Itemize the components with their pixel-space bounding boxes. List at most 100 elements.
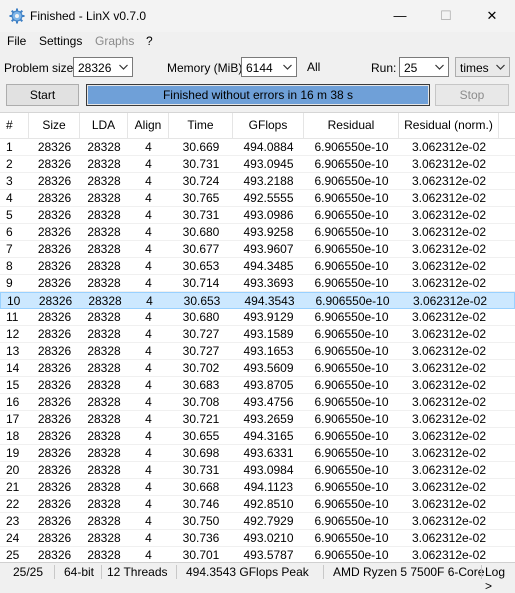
cell-gflops: 493.9258 bbox=[243, 225, 294, 239]
cell-index: 24 bbox=[6, 531, 20, 545]
column-header-gflops[interactable]: GFlops bbox=[233, 113, 304, 138]
column-header-lda[interactable]: LDA bbox=[80, 113, 128, 138]
cell-align: 4 bbox=[145, 344, 152, 358]
run-unit-combo[interactable]: times bbox=[455, 57, 510, 77]
table-row[interactable]: 13 28326 28328 4 30.727 493.1653 6.906550e-10 3… bbox=[0, 343, 515, 360]
chevron-down-icon bbox=[435, 64, 444, 70]
table-row[interactable]: 12 28326 28328 4 30.727 493.1589 6.906550e-10 3… bbox=[0, 326, 515, 343]
cell-align: 4 bbox=[145, 242, 152, 256]
status-divider bbox=[101, 565, 102, 579]
table-row[interactable]: 15 28326 28328 4 30.683 493.8705 6.906550e-10 3… bbox=[0, 377, 515, 394]
minimize-button[interactable]: — bbox=[377, 0, 423, 32]
table-row[interactable]: 4 28326 28328 4 30.765 492.5555 6.906550e-10 3.… bbox=[0, 190, 515, 207]
table-row[interactable]: 17 28326 28328 4 30.721 493.2659 6.906550e-10 3… bbox=[0, 411, 515, 428]
cell-residual-norm: 3.062312e-02 bbox=[411, 242, 487, 256]
table-row[interactable]: 3 28326 28328 4 30.724 493.2188 6.906550e-10 3.… bbox=[0, 173, 515, 190]
table-row[interactable]: 2 28326 28328 4 30.731 493.0945 6.906550e-10 3.… bbox=[0, 156, 515, 173]
maximize-button[interactable]: ☐ bbox=[423, 0, 469, 32]
menu-settings[interactable]: Settings bbox=[39, 34, 82, 48]
cell-index: 19 bbox=[6, 446, 20, 460]
cell-lda: 28328 bbox=[87, 446, 121, 460]
memory-combo[interactable]: 6144 bbox=[241, 57, 297, 77]
cell-align: 4 bbox=[145, 174, 152, 188]
table-row[interactable]: 11 28326 28328 4 30.680 493.9129 6.906550e-10 3… bbox=[0, 309, 515, 326]
cell-index: 10 bbox=[7, 294, 21, 308]
cell-time: 30.731 bbox=[182, 157, 220, 171]
status-peak: 494.3543 GFlops Peak bbox=[186, 565, 309, 579]
table-row[interactable]: 22 28326 28328 4 30.746 492.8510 6.906550e-10 3… bbox=[0, 496, 515, 513]
menu-help[interactable]: ? bbox=[146, 34, 153, 48]
table-row[interactable]: 10 28326 28328 4 30.653 494.3543 6.906550e-10 3… bbox=[0, 292, 515, 309]
cell-gflops: 494.3485 bbox=[243, 259, 294, 273]
run-count-value: 25 bbox=[404, 61, 418, 75]
cell-align: 4 bbox=[145, 140, 152, 154]
cell-align: 4 bbox=[146, 294, 153, 308]
cell-size: 28326 bbox=[37, 395, 72, 409]
stop-button[interactable]: Stop bbox=[435, 84, 509, 106]
cell-residual: 6.906550e-10 bbox=[314, 242, 389, 256]
table-row[interactable]: 5 28326 28328 4 30.731 493.0986 6.906550e-10 3.… bbox=[0, 207, 515, 224]
table-row[interactable]: 21 28326 28328 4 30.668 494.1123 6.906550e-10 3… bbox=[0, 479, 515, 496]
problem-size-combo[interactable]: 28326 bbox=[73, 57, 133, 77]
cell-lda: 28328 bbox=[87, 531, 121, 545]
column-header-index[interactable]: # bbox=[0, 113, 29, 138]
cell-time: 30.714 bbox=[182, 276, 220, 290]
cell-size: 28326 bbox=[37, 242, 72, 256]
cell-gflops: 493.1589 bbox=[243, 327, 294, 341]
cell-index: 21 bbox=[6, 480, 20, 494]
cell-size: 28326 bbox=[37, 191, 72, 205]
cell-lda: 28328 bbox=[87, 463, 121, 477]
cell-gflops: 494.1123 bbox=[243, 480, 294, 494]
table-row[interactable]: 7 28326 28328 4 30.677 493.9607 6.906550e-10 3.… bbox=[0, 241, 515, 258]
column-header-time[interactable]: Time bbox=[169, 113, 233, 138]
cell-gflops: 493.0210 bbox=[243, 531, 294, 545]
log-toggle[interactable]: Log > bbox=[485, 565, 515, 593]
cell-residual-norm: 3.062312e-02 bbox=[411, 140, 487, 154]
cell-size: 28326 bbox=[37, 548, 72, 562]
table-row[interactable]: 16 28326 28328 4 30.708 493.4756 6.906550e-10 3… bbox=[0, 394, 515, 411]
menu-graphs[interactable]: Graphs bbox=[95, 34, 134, 48]
column-header-residual[interactable]: Residual bbox=[304, 113, 399, 138]
cell-residual: 6.906550e-10 bbox=[314, 395, 389, 409]
table-row[interactable]: 19 28326 28328 4 30.698 493.6331 6.906550e-10 3… bbox=[0, 445, 515, 462]
all-memory-link[interactable]: All bbox=[307, 60, 320, 74]
cell-size: 28326 bbox=[37, 344, 72, 358]
start-button[interactable]: Start bbox=[6, 84, 79, 106]
table-row[interactable]: 20 28326 28328 4 30.731 493.0984 6.906550e-10 3… bbox=[0, 462, 515, 479]
table-row[interactable]: 14 28326 28328 4 30.702 493.5609 6.906550e-10 3… bbox=[0, 360, 515, 377]
cell-gflops: 493.9607 bbox=[243, 242, 294, 256]
table-row[interactable]: 23 28326 28328 4 30.750 492.7929 6.906550e-10 3… bbox=[0, 513, 515, 530]
table-row[interactable]: 9 28326 28328 4 30.714 493.3693 6.906550e-10 3.… bbox=[0, 275, 515, 292]
cell-time: 30.708 bbox=[182, 395, 220, 409]
cell-time: 30.746 bbox=[182, 497, 220, 511]
cell-align: 4 bbox=[145, 276, 152, 290]
cell-index: 4 bbox=[6, 191, 13, 205]
table-row[interactable]: 25 28326 28328 4 30.701 493.5787 6.906550e-10 3… bbox=[0, 547, 515, 563]
column-header-residual-norm[interactable]: Residual (norm.) bbox=[399, 113, 499, 138]
table-row[interactable]: 18 28326 28328 4 30.655 494.3165 6.906550e-10 3… bbox=[0, 428, 515, 445]
cell-index: 6 bbox=[6, 225, 13, 239]
cell-index: 17 bbox=[6, 412, 20, 426]
cell-align: 4 bbox=[145, 310, 152, 324]
status-threads: 12 Threads bbox=[107, 565, 168, 579]
cell-gflops: 492.5555 bbox=[243, 191, 294, 205]
column-header-size[interactable]: Size bbox=[29, 113, 80, 138]
window-title: Finished - LinX v0.7.0 bbox=[30, 9, 147, 23]
cell-index: 15 bbox=[6, 378, 20, 392]
menu-file[interactable]: File bbox=[7, 34, 26, 48]
table-row[interactable]: 6 28326 28328 4 30.680 493.9258 6.906550e-10 3.… bbox=[0, 224, 515, 241]
cell-residual-norm: 3.062312e-02 bbox=[411, 531, 487, 545]
cell-size: 28326 bbox=[38, 294, 73, 308]
cell-align: 4 bbox=[145, 361, 152, 375]
table-row[interactable]: 24 28326 28328 4 30.736 493.0210 6.906550e-10 3… bbox=[0, 530, 515, 547]
table-row[interactable]: 8 28326 28328 4 30.653 494.3485 6.906550e-10 3.… bbox=[0, 258, 515, 275]
cell-gflops: 493.0984 bbox=[243, 463, 294, 477]
cell-align: 4 bbox=[145, 157, 152, 171]
run-count-combo[interactable]: 25 bbox=[399, 57, 449, 77]
close-button[interactable]: ✕ bbox=[469, 0, 515, 32]
cell-gflops: 493.3693 bbox=[243, 276, 294, 290]
table-row[interactable]: 1 28326 28328 4 30.669 494.0884 6.906550e-10 3.… bbox=[0, 139, 515, 156]
cell-residual: 6.906550e-10 bbox=[314, 497, 389, 511]
column-header-align[interactable]: Align bbox=[128, 113, 169, 138]
cell-align: 4 bbox=[145, 446, 152, 460]
